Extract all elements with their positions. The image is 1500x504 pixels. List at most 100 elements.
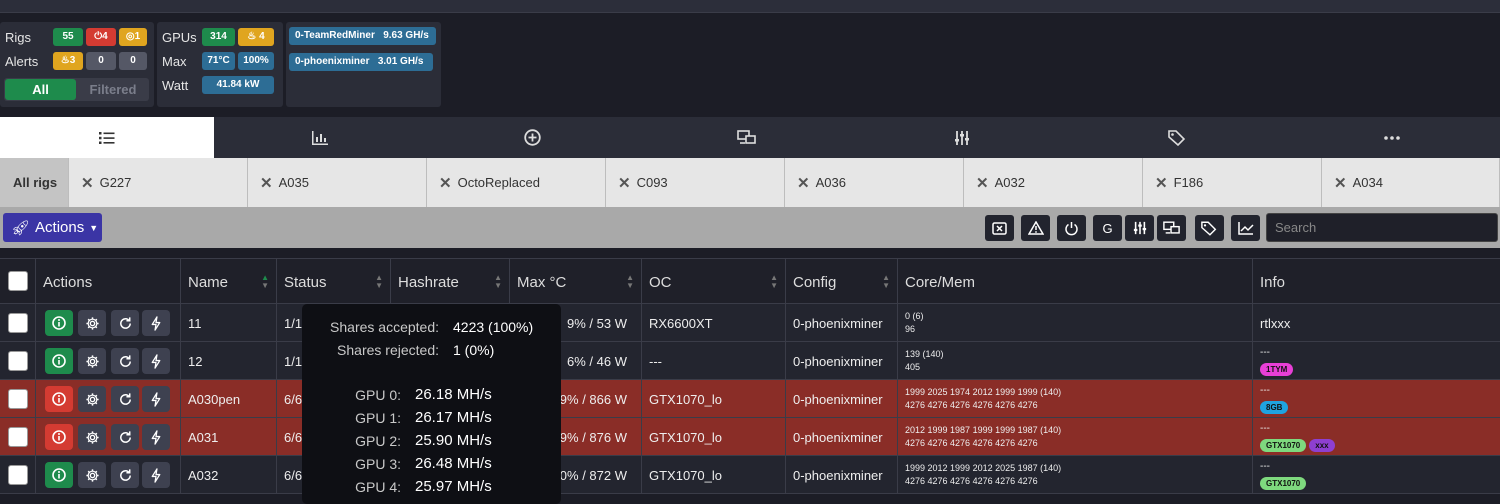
settings-button[interactable]	[78, 386, 106, 412]
info-button[interactable]	[45, 424, 73, 450]
rigs-warning-badge[interactable]: ◎1	[119, 28, 147, 46]
close-icon[interactable]: ✕	[260, 174, 273, 192]
settings-button[interactable]	[78, 310, 106, 336]
reboot-button[interactable]	[111, 386, 139, 412]
row-tags: 8GB	[1260, 399, 1291, 414]
gpus-count-badge[interactable]: 314	[202, 28, 235, 46]
reboot-button[interactable]	[111, 310, 139, 336]
power-action-button[interactable]	[142, 348, 170, 374]
header-max-temp[interactable]: Max °C ▲ ▼	[509, 259, 641, 305]
row-oc: GTX1070_lo	[649, 467, 722, 483]
alerts-overheat-badge[interactable]: ♨3	[53, 52, 83, 70]
rig-tab[interactable]: ✕ A036	[785, 158, 964, 207]
header-hashrate[interactable]: Hashrate ▲ ▼	[390, 259, 509, 305]
rig-tab[interactable]: ✕ F186	[1143, 158, 1322, 207]
reboot-button[interactable]	[111, 424, 139, 450]
tab-tags[interactable]	[1070, 117, 1284, 158]
info-button[interactable]	[45, 386, 73, 412]
tab-list[interactable]	[0, 117, 214, 158]
header-name[interactable]: Name ▲ ▼	[180, 259, 276, 305]
reboot-button[interactable]	[111, 348, 139, 374]
rig-tab[interactable]: ✕ A032	[964, 158, 1143, 207]
power-icon: ⏻	[94, 31, 103, 42]
row-checkbox[interactable]	[8, 465, 28, 485]
settings-button[interactable]	[78, 462, 106, 488]
rigs-online-badge[interactable]: 55	[53, 28, 83, 46]
close-icon[interactable]: ✕	[797, 174, 810, 192]
rig-tab[interactable]: ✕ G227	[69, 158, 248, 207]
info-button[interactable]	[45, 310, 73, 336]
row-checkbox[interactable]	[8, 351, 28, 371]
filter-tags-button[interactable]	[1195, 215, 1224, 241]
tag-badge[interactable]: GTX1070	[1260, 477, 1307, 490]
row-checkbox[interactable]	[8, 313, 28, 333]
gpus-hot-badge[interactable]: ♨ 4	[238, 28, 274, 46]
alerts-badge-b[interactable]: 0	[119, 52, 147, 70]
reboot-button[interactable]	[111, 462, 139, 488]
row-name-cell[interactable]: A031	[180, 418, 276, 456]
miner-badge-phoenixminer[interactable]: 0-phoenixminer 3.01 GH/s	[289, 53, 433, 71]
close-box-icon	[992, 221, 1007, 235]
settings-button[interactable]	[78, 424, 106, 450]
rig-tab[interactable]: ✕ OctoReplaced	[427, 158, 606, 207]
tab-add[interactable]	[425, 117, 639, 158]
tab-transfer[interactable]	[639, 117, 853, 158]
rig-tab-label: C093	[636, 175, 668, 190]
tag-badge[interactable]: GTX1070	[1260, 439, 1307, 452]
row-name-cell[interactable]: A032	[180, 456, 276, 494]
header-oc[interactable]: OC ▲ ▼	[641, 259, 785, 305]
search-input[interactable]: Search	[1266, 213, 1498, 242]
bolt-icon	[150, 315, 162, 331]
gear-icon	[85, 316, 100, 331]
rig-tab[interactable]: ✕ A035	[248, 158, 427, 207]
power-action-button[interactable]	[142, 386, 170, 412]
rig-tab[interactable]: ✕ C093	[606, 158, 785, 207]
max-label: Max	[162, 54, 187, 69]
row-name-cell[interactable]: A030pen	[180, 380, 276, 418]
info-button[interactable]	[45, 348, 73, 374]
tab-charts[interactable]	[214, 117, 425, 158]
close-icon[interactable]: ✕	[976, 174, 989, 192]
filter-offline-button[interactable]	[985, 215, 1014, 241]
row-checkbox[interactable]	[8, 427, 28, 447]
rigs-offline-badge[interactable]: ⏻4	[86, 28, 116, 46]
power-action-button[interactable]	[142, 310, 170, 336]
tag-badge[interactable]: 1TYM	[1260, 363, 1294, 376]
sort-icon: ▲ ▼	[494, 273, 502, 290]
row-name-cell[interactable]: 11	[180, 304, 276, 342]
miner-badge-teamredminer[interactable]: 0-TeamRedMiner 9.63 GH/s	[289, 27, 436, 45]
close-icon[interactable]: ✕	[81, 174, 94, 192]
refresh-icon	[118, 354, 133, 369]
filter-filtered-button[interactable]: Filtered	[78, 79, 148, 100]
alerts-badge-a[interactable]: 0	[86, 52, 116, 70]
tab-overclock[interactable]	[853, 117, 1070, 158]
filter-all-button[interactable]: All	[5, 79, 76, 100]
filter-g-button[interactable]: G	[1093, 215, 1122, 241]
select-all-checkbox[interactable]	[8, 271, 28, 291]
close-icon[interactable]: ✕	[1155, 174, 1168, 192]
actions-dropdown-button[interactable]: 🚀︎ Actions ▼	[3, 213, 102, 242]
gear-icon	[85, 430, 100, 445]
tag-badge[interactable]: xxx	[1309, 439, 1335, 452]
header-config[interactable]: Config ▲ ▼	[785, 259, 897, 305]
filter-transfer-button[interactable]	[1157, 215, 1186, 241]
close-icon[interactable]: ✕	[618, 174, 631, 192]
rig-tab-all[interactable]: All rigs	[0, 158, 69, 207]
info-button[interactable]	[45, 462, 73, 488]
row-actions-cell	[35, 342, 180, 380]
power-action-button[interactable]	[142, 424, 170, 450]
rig-tab[interactable]: ✕ A034	[1322, 158, 1500, 207]
row-checkbox[interactable]	[8, 389, 28, 409]
close-icon[interactable]: ✕	[439, 174, 452, 192]
filter-warnings-button[interactable]	[1021, 215, 1050, 241]
power-action-button[interactable]	[142, 462, 170, 488]
filter-oc-button[interactable]	[1125, 215, 1154, 241]
tab-more[interactable]	[1284, 117, 1500, 158]
row-name-cell[interactable]: 12	[180, 342, 276, 380]
header-status[interactable]: Status ▲ ▼	[276, 259, 390, 305]
filter-chart-button[interactable]	[1231, 215, 1260, 241]
settings-button[interactable]	[78, 348, 106, 374]
tag-badge[interactable]: 8GB	[1260, 401, 1289, 414]
close-icon[interactable]: ✕	[1334, 174, 1347, 192]
filter-power-button[interactable]	[1057, 215, 1086, 241]
